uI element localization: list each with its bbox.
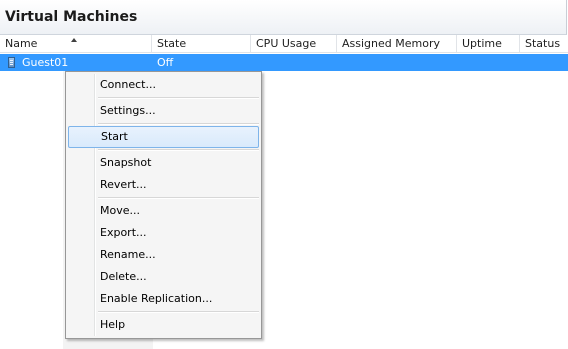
table-row[interactable]: Guest01 Off <box>0 54 568 71</box>
menu-item-start[interactable]: Start <box>68 126 259 148</box>
menu-item-snapshot[interactable]: Snapshot <box>68 152 259 174</box>
column-header-assigned-memory[interactable]: Assigned Memory <box>337 35 457 52</box>
sort-ascending-icon <box>71 38 77 42</box>
menu-separator <box>98 97 259 99</box>
column-header-name[interactable]: Name <box>0 35 152 52</box>
column-header-cpu-usage[interactable]: CPU Usage <box>251 35 337 52</box>
virtual-machines-panel: Virtual Machines Name State CPU Usage As… <box>0 0 568 349</box>
menu-separator <box>98 149 259 151</box>
virtual-machine-icon <box>8 57 15 68</box>
column-header-uptime[interactable]: Uptime <box>457 35 520 52</box>
menu-item-revert[interactable]: Revert... <box>68 174 259 196</box>
menu-separator <box>98 311 259 313</box>
column-header-label: Status <box>525 37 561 50</box>
context-menu: Connect... Settings... Start Snapshot Re… <box>65 71 262 339</box>
column-header-label: CPU Usage <box>256 37 317 50</box>
menu-item-delete[interactable]: Delete... <box>68 266 259 288</box>
menu-item-export[interactable]: Export... <box>68 222 259 244</box>
vm-state: Off <box>157 56 174 69</box>
menu-item-enable-replication[interactable]: Enable Replication... <box>68 288 259 310</box>
column-header-label: Name <box>5 37 38 50</box>
vm-name: Guest01 <box>22 56 69 69</box>
column-header-status[interactable]: Status <box>520 35 568 52</box>
column-header-label: State <box>157 37 187 50</box>
menu-item-settings[interactable]: Settings... <box>68 100 259 122</box>
column-header-state[interactable]: State <box>152 35 251 52</box>
column-header-label: Uptime <box>462 37 502 50</box>
column-header-label: Assigned Memory <box>342 37 440 50</box>
menu-separator <box>98 197 259 199</box>
panel-header: Virtual Machines <box>0 0 567 35</box>
column-header-row: Name State CPU Usage Assigned Memory Upt… <box>0 35 568 53</box>
panel-title: Virtual Machines <box>5 9 138 25</box>
menu-item-move[interactable]: Move... <box>68 200 259 222</box>
menu-separator <box>98 123 259 125</box>
menu-item-rename[interactable]: Rename... <box>68 244 259 266</box>
menu-item-connect[interactable]: Connect... <box>68 74 259 96</box>
menu-item-help[interactable]: Help <box>68 314 259 336</box>
